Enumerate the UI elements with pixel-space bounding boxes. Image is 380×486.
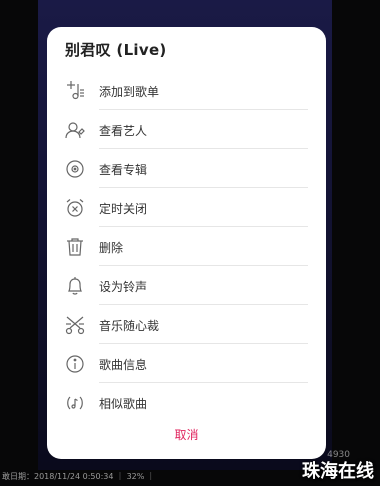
menu-label: 添加到歌单 bbox=[99, 85, 160, 99]
artist-icon bbox=[65, 120, 85, 140]
menu-label: 设为铃声 bbox=[99, 280, 148, 294]
menu-item-add-to-playlist[interactable]: 添加到歌单 bbox=[47, 72, 326, 110]
menu-item-similar-songs[interactable]: 相似歌曲 bbox=[47, 384, 326, 422]
divider bbox=[99, 382, 308, 383]
divider bbox=[99, 304, 308, 305]
divider bbox=[99, 187, 308, 188]
menu-item-music-cut[interactable]: 音乐随心裁 bbox=[47, 306, 326, 344]
menu-item-delete[interactable]: 删除 bbox=[47, 228, 326, 266]
menu-item-view-artist[interactable]: 查看艺人 bbox=[47, 111, 326, 149]
divider bbox=[99, 265, 308, 266]
menu-label: 音乐随心裁 bbox=[99, 319, 160, 333]
menu-label: 定时关闭 bbox=[99, 202, 148, 216]
cancel-button[interactable]: 取消 bbox=[47, 423, 326, 447]
menu-label: 歌曲信息 bbox=[99, 358, 148, 372]
trash-icon bbox=[65, 237, 85, 257]
divider bbox=[99, 148, 308, 149]
menu-item-set-ringtone[interactable]: 设为铃声 bbox=[47, 267, 326, 305]
divider bbox=[99, 109, 308, 110]
divider bbox=[99, 343, 308, 344]
divider bbox=[99, 226, 308, 227]
similar-songs-icon bbox=[65, 393, 85, 413]
scissors-icon bbox=[65, 315, 85, 335]
add-to-playlist-icon bbox=[65, 81, 85, 101]
bell-icon bbox=[65, 276, 85, 296]
menu-label: 删除 bbox=[99, 241, 124, 255]
timer-icon bbox=[65, 198, 85, 218]
menu-item-sleep-timer[interactable]: 定时关闭 bbox=[47, 189, 326, 227]
watermark-logo: 珠海在线 bbox=[302, 461, 374, 482]
info-icon bbox=[65, 354, 85, 374]
action-sheet: 别君叹 (Live) 添加到歌单 查看艺人 查看专辑 定时关闭 删除 设为铃声 … bbox=[47, 27, 326, 459]
album-icon bbox=[65, 159, 85, 179]
sheet-title: 别君叹 (Live) bbox=[65, 41, 167, 59]
menu-label: 查看艺人 bbox=[99, 124, 148, 138]
menu-item-view-album[interactable]: 查看专辑 bbox=[47, 150, 326, 188]
menu-label: 相似歌曲 bbox=[99, 397, 148, 411]
menu-item-song-info[interactable]: 歌曲信息 bbox=[47, 345, 326, 383]
menu-label: 查看专辑 bbox=[99, 163, 148, 177]
